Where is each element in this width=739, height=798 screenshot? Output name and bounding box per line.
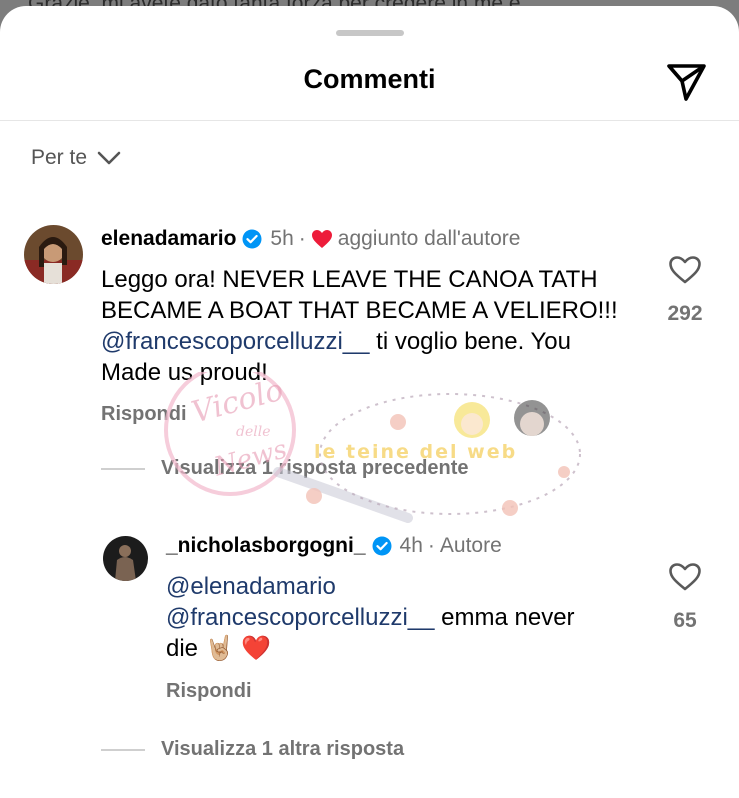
thread-dash <box>101 748 145 751</box>
comment-text: Leggo ora! NEVER LEAVE THE CANOA TATH BE… <box>101 264 621 388</box>
like-column: 65 <box>650 562 720 633</box>
reply-button[interactable]: Rispondi <box>101 403 187 426</box>
sort-filter-label: Per te <box>31 146 88 169</box>
comment-username[interactable]: elenadamario <box>101 227 236 251</box>
comment-text-part: emma never <box>434 604 575 631</box>
mention-link[interactable]: @elenadamario <box>166 573 336 600</box>
view-previous-replies[interactable]: Visualizza 1 risposta precedente <box>101 457 469 480</box>
mention-link[interactable]: @francescoporcelluzzi__ <box>166 604 435 631</box>
comment-meta: _nicholasborgogni_ 4h · Autore <box>166 534 502 558</box>
comment-time: 5h <box>270 227 294 250</box>
view-more-replies[interactable]: Visualizza 1 altra risposta <box>101 738 404 761</box>
avatar[interactable] <box>103 536 148 581</box>
comment-meta: elenadamario 5h · aggiunto dall'autore <box>101 227 520 251</box>
avatar[interactable] <box>24 225 83 284</box>
comments-sheet: Commenti Per te elenadamario 5h · aggiun… <box>0 6 739 798</box>
comment-text: @elenadamario @francescoporcelluzzi__ em… <box>166 573 575 662</box>
watermark-text: delle <box>236 424 271 440</box>
view-replies-label: Visualizza 1 altra risposta <box>161 738 405 760</box>
heart-outline-icon[interactable] <box>668 255 702 285</box>
separator-dot: · <box>298 227 306 250</box>
verified-badge-icon <box>372 536 392 556</box>
separator-dot: · <box>427 534 435 557</box>
heart-filled-icon <box>311 230 332 248</box>
heart-outline-icon[interactable] <box>668 562 702 592</box>
paper-plane-icon <box>667 64 706 101</box>
author-liked-label: aggiunto dall'autore <box>337 227 521 250</box>
sheet-title: Commenti <box>303 64 436 94</box>
comment-time: 4h <box>399 534 423 557</box>
mention-link[interactable]: @francescoporcelluzzi__ <box>101 328 370 355</box>
comment-text-part: Leggo ora! NEVER LEAVE THE CANOA TATH BE… <box>101 266 618 324</box>
comment-username[interactable]: _nicholasborgogni_ <box>166 534 366 558</box>
like-count: 65 <box>673 609 697 632</box>
share-button[interactable] <box>662 58 710 106</box>
header-divider <box>0 120 739 121</box>
verified-badge-icon <box>242 229 262 249</box>
reply-button[interactable]: Rispondi <box>166 680 252 703</box>
author-label: Autore <box>439 534 502 557</box>
view-replies-label: Visualizza 1 risposta precedente <box>161 457 469 479</box>
drag-handle[interactable] <box>336 30 404 36</box>
sort-filter-dropdown[interactable]: Per te <box>31 146 121 170</box>
watermark-logo-left: Vicolo delle News <box>150 364 430 532</box>
like-count: 292 <box>667 302 703 325</box>
chevron-down-icon <box>97 151 121 165</box>
emoji-text: 🤘🏼 ❤️ <box>204 635 272 662</box>
like-column: 292 <box>650 255 720 326</box>
thread-dash <box>101 467 145 470</box>
